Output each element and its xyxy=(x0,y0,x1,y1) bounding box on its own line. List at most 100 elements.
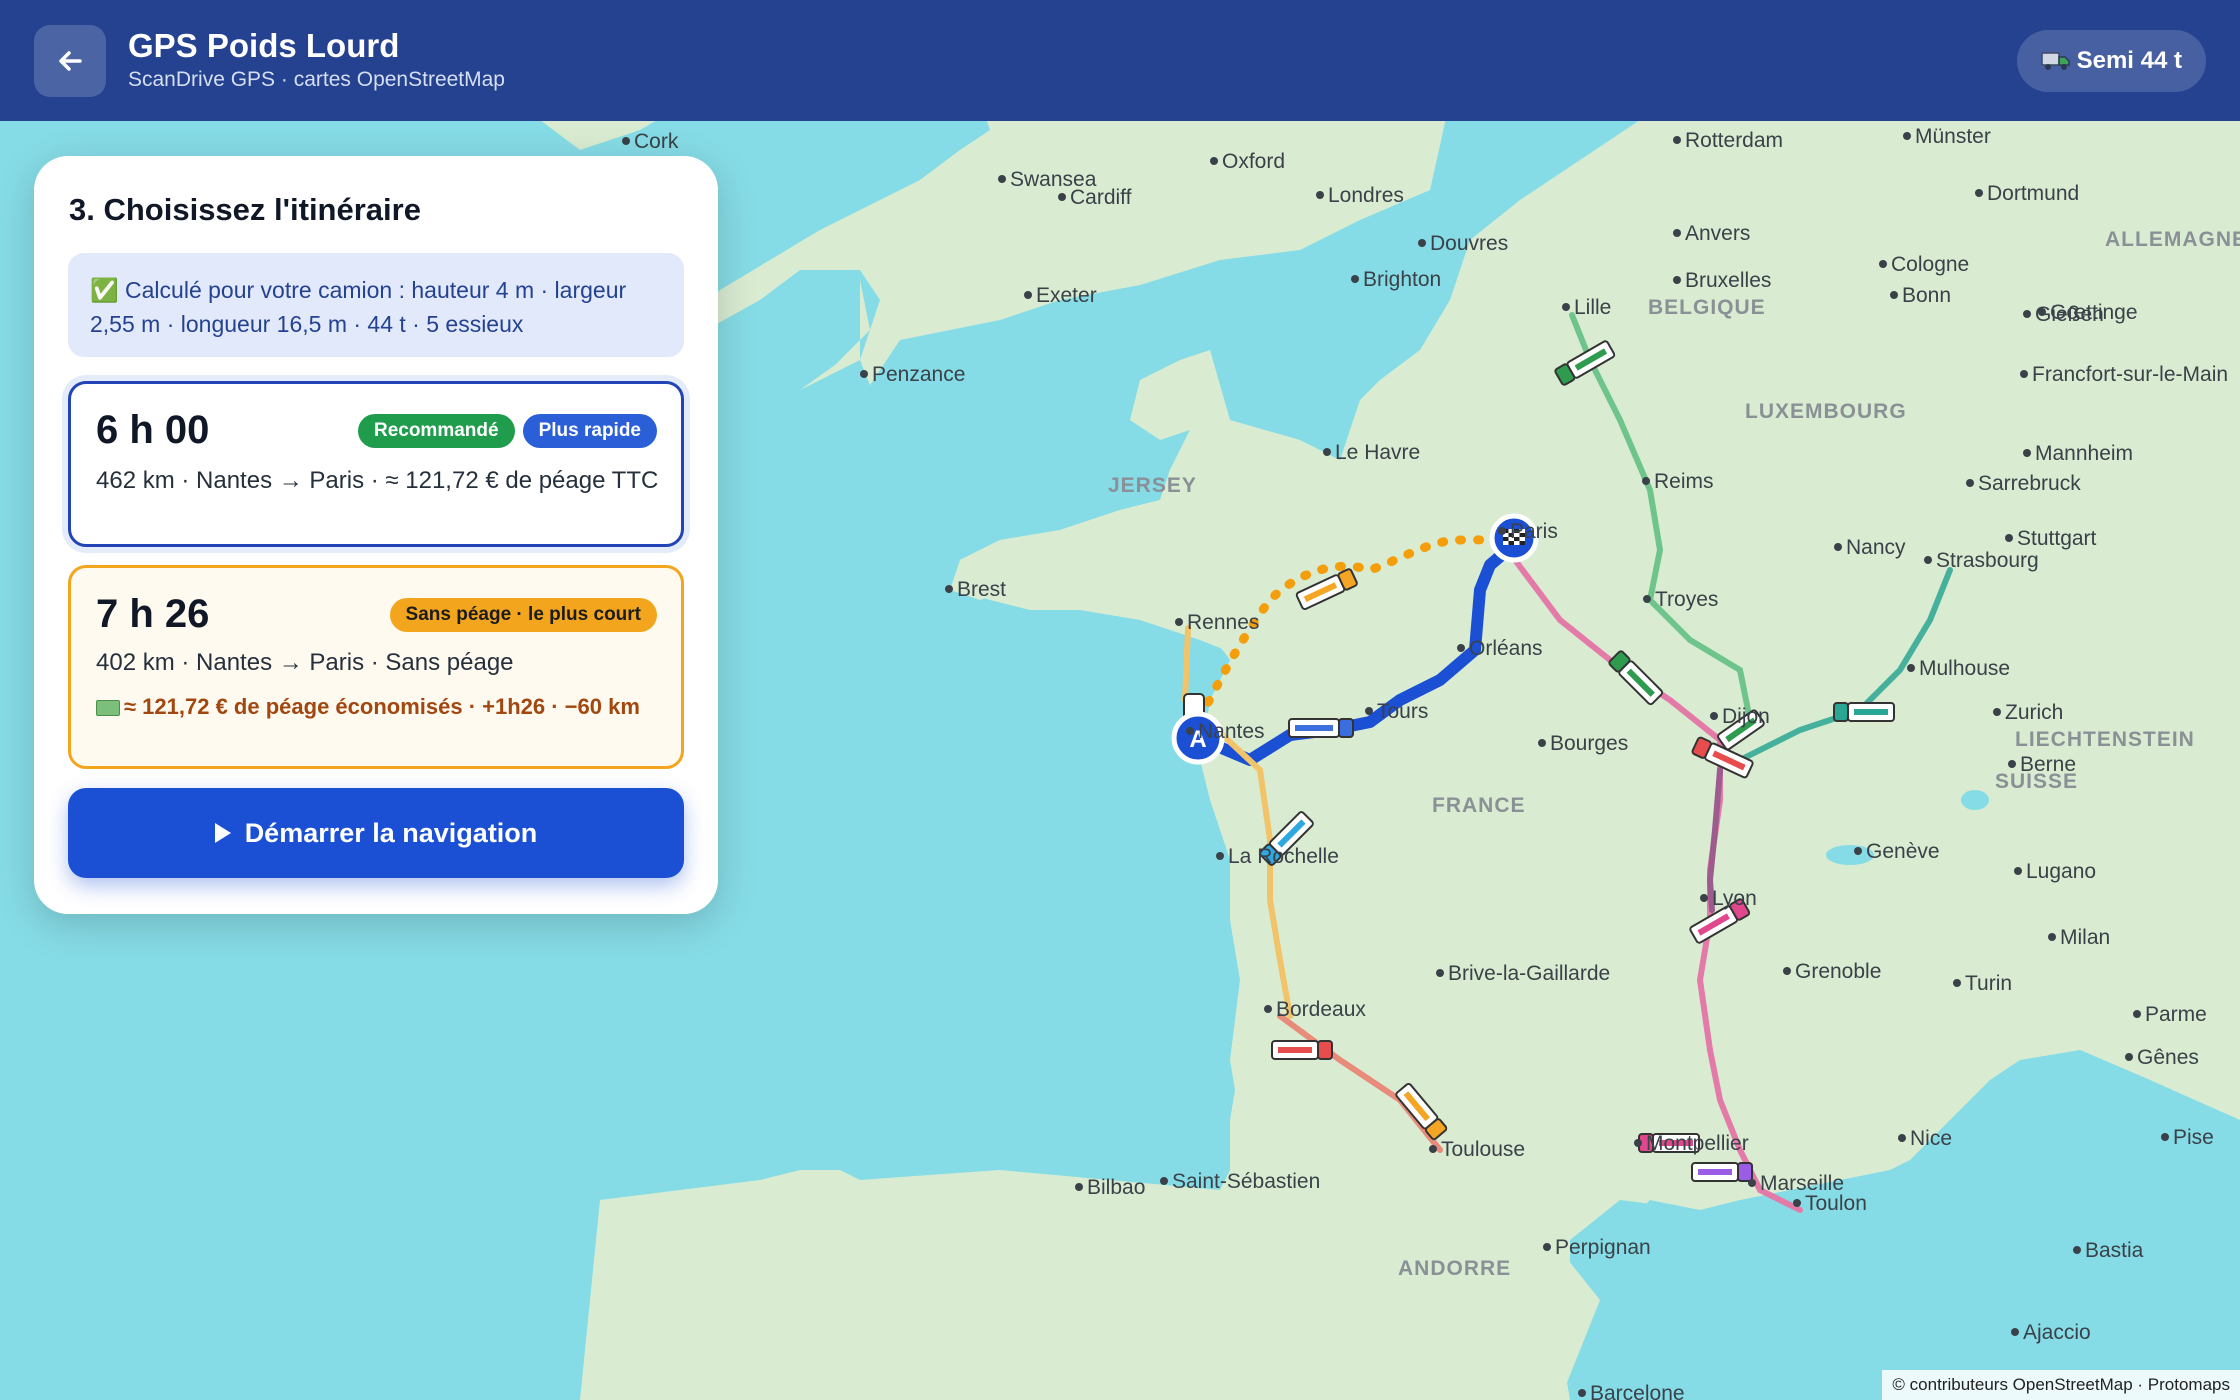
country-label: BELGIQUE xyxy=(1648,296,1766,319)
city-label: Bonn xyxy=(1902,284,1951,307)
city-dot xyxy=(1793,1199,1801,1207)
city-dot xyxy=(1879,260,1887,268)
city-dot xyxy=(1890,291,1898,299)
city-dot xyxy=(1783,967,1791,975)
city-label: Lille xyxy=(1574,296,1611,319)
city-label: Zurich xyxy=(2005,701,2063,724)
city-label: Cork xyxy=(634,130,679,153)
city-dot xyxy=(1975,189,1983,197)
arrow-left-icon xyxy=(59,51,82,71)
city-label: Brive-la-Gaillarde xyxy=(1448,962,1610,985)
city-dot xyxy=(1634,1139,1642,1147)
city-dot xyxy=(1316,191,1324,199)
city-label: Exeter xyxy=(1036,284,1097,307)
start-navigation-label: Démarrer la navigation xyxy=(244,817,538,848)
city-dot xyxy=(1834,543,1842,551)
city-label: Perpignan xyxy=(1555,1236,1651,1259)
route-description: 402 km · Nantes → Paris · Sans péage xyxy=(96,649,514,676)
city-label: Turin xyxy=(1965,972,2012,995)
city-dot xyxy=(1953,979,1961,987)
city-label: Francfort-sur-le-Main xyxy=(2032,363,2228,386)
city-label: Nancy xyxy=(1846,536,1906,559)
truck-icon xyxy=(2040,52,2070,70)
country-label: JERSEY xyxy=(1108,474,1197,497)
city-dot xyxy=(2161,1133,2169,1141)
city-dot xyxy=(1907,664,1915,672)
city-dot xyxy=(1562,303,1570,311)
city-label: Dortmund xyxy=(1987,182,2079,205)
city-label: Münster xyxy=(1915,125,1991,148)
route-badges: Recommandé Plus rapide xyxy=(357,414,657,448)
city-dot xyxy=(2014,867,2022,875)
city-dot xyxy=(1673,229,1681,237)
city-dot xyxy=(1323,448,1331,456)
city-label: Toulon xyxy=(1805,1192,1867,1215)
city-dot xyxy=(2023,449,2031,457)
city-dot xyxy=(1175,618,1183,626)
city-label: Paris xyxy=(1510,520,1558,543)
city-dot xyxy=(2011,1328,2019,1336)
city-dot xyxy=(1854,847,1862,855)
route-option-toll-free[interactable]: 7 h 26 Sans péage · le plus court 402 km… xyxy=(68,565,684,769)
country-label: LIECHTENSTEIN xyxy=(2015,728,2195,751)
city-dot xyxy=(1024,291,1032,299)
city-dot xyxy=(945,585,953,593)
city-label: Stuttgart xyxy=(2017,527,2097,550)
city-label: Nice xyxy=(1910,1127,1952,1150)
city-dot xyxy=(1903,132,1911,140)
city-label: Nantes xyxy=(1198,720,1265,743)
country-label: ANDORRE xyxy=(1398,1257,1511,1280)
country-label: FRANCE xyxy=(1432,794,1526,817)
route-description: 462 km · Nantes → Paris · ≈ 121,72 € de … xyxy=(96,467,659,494)
city-label: Bastia xyxy=(2085,1239,2144,1262)
city-label: Londres xyxy=(1328,184,1404,207)
city-dot xyxy=(2023,310,2031,318)
city-dot xyxy=(1075,1183,1083,1191)
route-duration: 7 h 26 xyxy=(96,592,210,636)
city-dot xyxy=(1673,136,1681,144)
city-dot xyxy=(622,137,630,145)
city-dot xyxy=(2125,1053,2133,1061)
city-dot xyxy=(998,175,1006,183)
city-label: Rotterdam xyxy=(1685,129,1783,152)
city-label: Mulhouse xyxy=(1919,657,2010,680)
city-label: Milan xyxy=(2060,926,2110,949)
city-label: Parme xyxy=(2145,1003,2207,1026)
app-title: GPS Poids Lourd xyxy=(128,27,400,64)
city-label: La Rochelle xyxy=(1228,845,1339,868)
route-option-recommended[interactable]: 6 h 00 Recommandé Plus rapide 462 km · N… xyxy=(68,381,684,547)
route-duration: 6 h 00 xyxy=(96,408,210,452)
city-label: Brest xyxy=(957,578,1006,601)
city-dot xyxy=(1418,239,1426,247)
country-label: ALLEMAGNE xyxy=(2105,228,2240,251)
city-label: Gênes xyxy=(2137,1046,2199,1069)
city-label: Saint-Sébastien xyxy=(1172,1170,1320,1193)
back-button[interactable] xyxy=(34,25,106,97)
city-label: Bruxelles xyxy=(1685,269,1771,292)
toll-savings-text: ≈ 121,72 € de péage économisés · +1h26 ·… xyxy=(124,694,640,719)
city-dot xyxy=(1186,727,1194,735)
city-label: Reims xyxy=(1654,470,1714,493)
badge-recommended: Recommandé xyxy=(357,414,515,448)
city-dot xyxy=(2008,760,2016,768)
city-dot xyxy=(1365,707,1373,715)
start-navigation-button[interactable]: Démarrer la navigation xyxy=(68,788,684,878)
panel-title: 3. Choisissez l'itinéraire xyxy=(69,192,421,227)
country-label: SUISSE xyxy=(1995,770,2078,793)
city-label: Strasbourg xyxy=(1936,549,2039,572)
city-dot xyxy=(1058,193,1066,201)
vehicle-info-box: ✅ Calculé pour votre camion : hauteur 4 … xyxy=(68,253,684,357)
city-dot xyxy=(1538,739,1546,747)
city-label: Dijon xyxy=(1722,705,1770,728)
badge-toll-free: Sans péage · le plus court xyxy=(389,598,657,632)
city-dot xyxy=(1966,479,1974,487)
city-label: Lugano xyxy=(2026,860,2096,883)
city-dot xyxy=(2020,370,2028,378)
city-label: Gießen xyxy=(2035,303,2104,326)
city-dot xyxy=(1498,527,1506,535)
play-icon xyxy=(214,823,231,843)
toll-savings: ≈ 121,72 € de péage économisés · +1h26 ·… xyxy=(96,692,666,721)
top-app-bar: GPS Poids Lourd ScanDrive GPS · cartes O… xyxy=(0,0,2240,121)
city-label: Penzance xyxy=(872,363,965,386)
vehicle-profile-button[interactable]: Semi 44 t xyxy=(2016,30,2206,92)
